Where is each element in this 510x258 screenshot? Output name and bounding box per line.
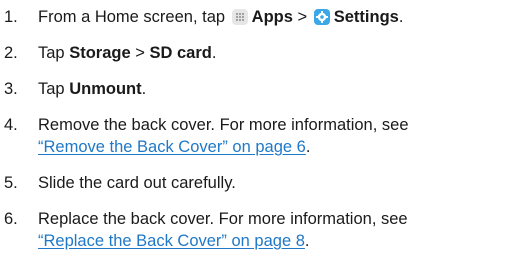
- step-number: 1.: [4, 8, 18, 26]
- step-number: 5.: [4, 174, 18, 192]
- step-end: .: [211, 44, 217, 62]
- step-intro: Tap: [38, 44, 65, 62]
- step-number: 2.: [4, 44, 18, 62]
- step-text: Tap Storage > SD card.: [38, 42, 216, 64]
- apps-grid-icon: [231, 9, 248, 25]
- step-text-line-1: Remove the back cover. For more informat…: [38, 116, 409, 134]
- step-number: 3.: [4, 80, 18, 98]
- step-number: 6.: [4, 210, 18, 228]
- step-text: Slide the card out carefully.: [38, 174, 236, 192]
- settings-gear-icon: [313, 9, 330, 25]
- step-text-line-2: “Remove the Back Cover” on page 6.: [38, 136, 310, 158]
- step-text: Tap Unmount.: [38, 78, 146, 100]
- separator: >: [135, 44, 145, 62]
- step-intro: Tap: [38, 80, 65, 98]
- step-text-line-1: Replace the back cover. For more informa…: [38, 210, 408, 228]
- step-text: From a Home screen, tap Apps > Settings.: [38, 6, 403, 28]
- step-text-line-2: “Replace the Back Cover” on page 8.: [38, 230, 310, 252]
- replace-back-cover-link[interactable]: “Replace the Back Cover” on page 8: [38, 232, 305, 250]
- remove-back-cover-link[interactable]: “Remove the Back Cover” on page 6: [38, 138, 306, 156]
- step-end: .: [398, 8, 404, 26]
- step-end: .: [141, 80, 147, 98]
- step-end: .: [304, 232, 310, 250]
- step-number: 4.: [4, 116, 18, 134]
- apps-label: Apps: [251, 8, 293, 26]
- storage-label: Storage: [69, 44, 131, 62]
- unmount-label: Unmount: [69, 80, 142, 98]
- sd-card-label: SD card: [149, 44, 212, 62]
- step-end: .: [305, 138, 311, 156]
- settings-label: Settings: [333, 8, 399, 26]
- step-intro: From a Home screen, tap: [38, 8, 226, 26]
- separator: >: [297, 8, 308, 26]
